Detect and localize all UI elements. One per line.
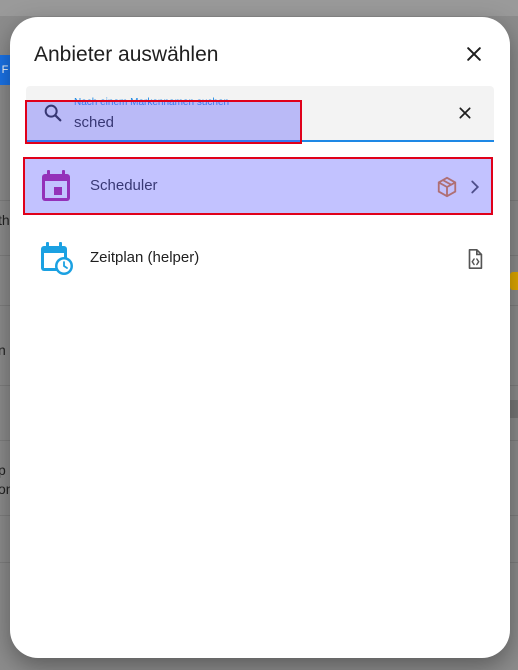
close-icon <box>459 107 471 119</box>
list-item-zeitplan-helper[interactable]: Zeitplan (helper) <box>24 230 492 286</box>
dialog-close-button[interactable] <box>460 40 488 68</box>
package-icon <box>437 176 457 198</box>
file-code-icon <box>468 249 483 269</box>
list-item-scheduler[interactable]: Scheduler <box>24 158 492 214</box>
search-clear-button[interactable] <box>454 102 476 124</box>
background-status-icon <box>510 272 518 290</box>
search-input[interactable] <box>74 112 424 132</box>
list-item-label: Zeitplan (helper) <box>90 249 200 266</box>
calendar-clock-icon <box>41 242 73 275</box>
dialog-title: Anbieter auswählen <box>34 43 219 66</box>
search-icon <box>44 104 62 122</box>
close-icon <box>467 47 481 61</box>
background-text: th <box>0 212 10 228</box>
choose-provider-dialog: Anbieter auswählen Nach einem Markenname… <box>10 17 510 658</box>
chevron-right-icon <box>471 180 480 194</box>
calendar-icon <box>42 170 70 201</box>
background-badge: F <box>0 55 10 85</box>
background-text: p <box>0 462 6 478</box>
search-field[interactable]: Nach einem Markennamen suchen <box>26 86 494 142</box>
background-text: n <box>0 342 6 358</box>
search-label: Nach einem Markennamen suchen <box>74 97 230 108</box>
background-header <box>0 0 518 16</box>
background-grid-icon <box>510 400 518 418</box>
list-item-label: Scheduler <box>90 177 158 194</box>
